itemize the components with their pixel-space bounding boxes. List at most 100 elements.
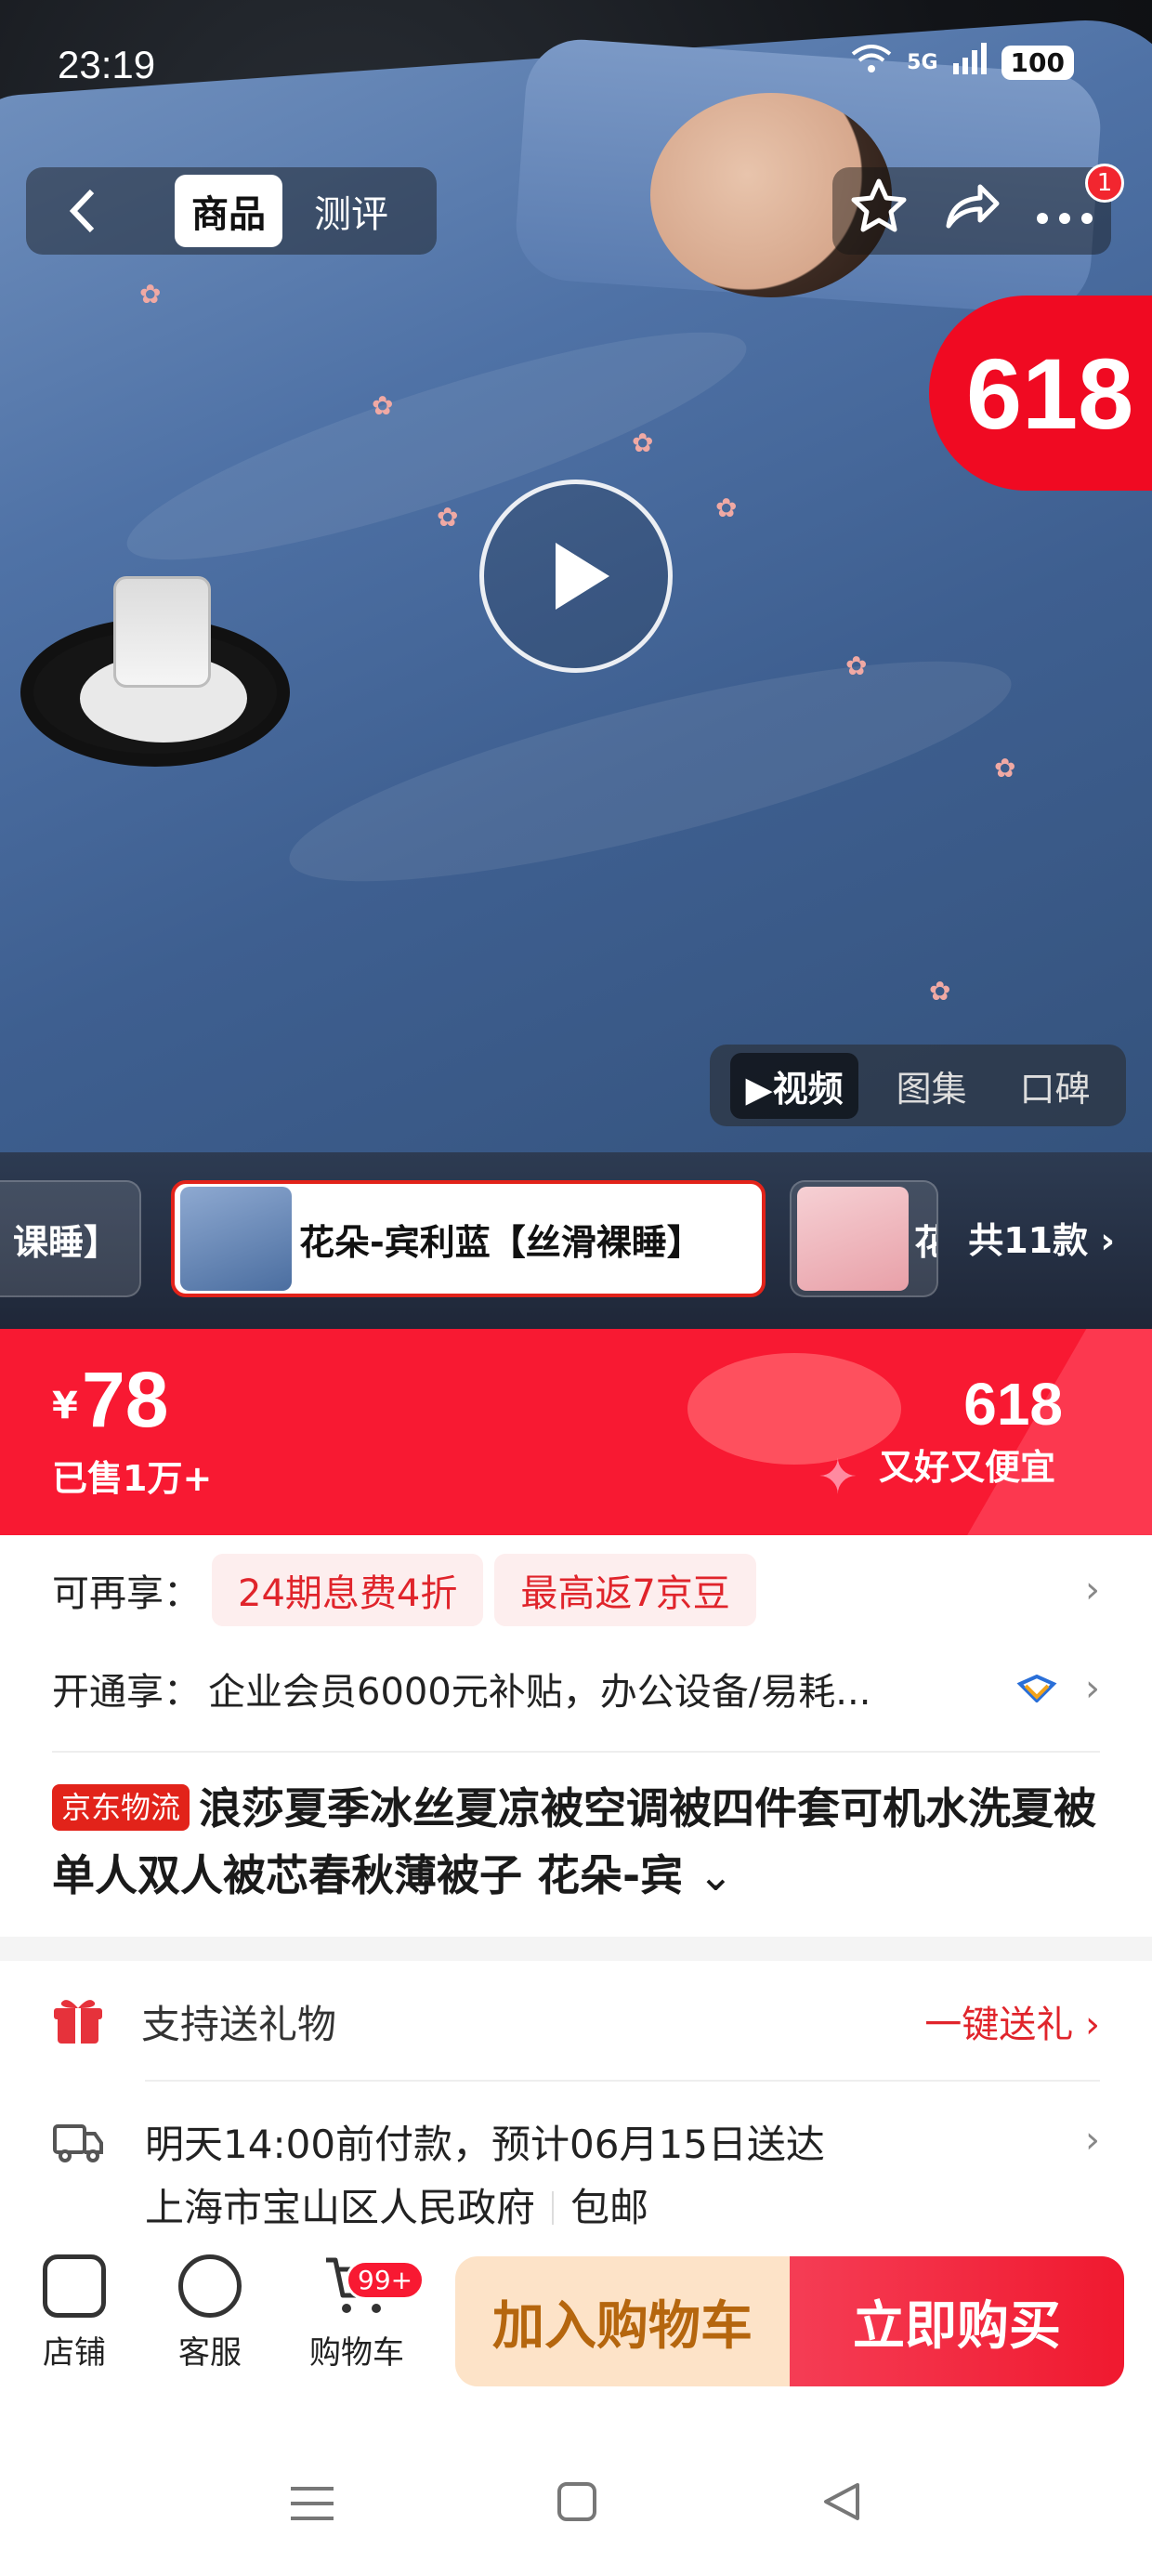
cart-count-badge: 99+ <box>346 2260 425 2300</box>
installment-pill[interactable]: 24期息费4折 <box>212 1554 484 1626</box>
truck-icon <box>53 2124 103 2162</box>
divider <box>52 1751 1100 1753</box>
extra-benefits-row[interactable]: 可再享： 24期息费4折 最高返7京豆 › <box>52 1548 1100 1632</box>
tab-review[interactable]: 测评 <box>297 175 405 247</box>
variant-count-link[interactable]: 共11款 › <box>968 1212 1115 1263</box>
chat-icon <box>178 2254 242 2318</box>
flower-pattern: ✿ <box>929 976 951 1006</box>
product-title-text: 浪莎夏季冰丝夏凉被空调被四件套可机水洗夏被单人双人被芯春秋薄被子 花朵-宾 <box>52 1783 1097 1900</box>
media-tab-gallery[interactable]: 图集 <box>882 1053 982 1119</box>
battery-indicator: 100 <box>1001 45 1074 80</box>
delivery-estimate: 明天14:00前付款，预计06月15日送达 <box>145 2122 825 2167</box>
star-icon <box>851 178 907 232</box>
bottom-action-bar: 店铺 客服 购物车 99+ 加入购物车 立即购买 <box>0 2234 1152 2392</box>
product-title[interactable]: 京东物流 浪莎夏季冰丝夏凉被空调被四件套可机水洗夏被单人双人被芯春秋薄被子 花朵-… <box>52 1775 1102 1909</box>
flower-pattern: ✿ <box>715 493 738 523</box>
variant-label: 花朵-宾利蓝【丝滑裸睡】 <box>299 1221 702 1263</box>
variant-label: 课睡】 <box>12 1221 119 1263</box>
delivery-address: 上海市宝山区人民政府 包邮 <box>145 2176 648 2233</box>
product-image-gallery[interactable]: ✿ ✿ ✿ ✿ ✿ ✿ ✿ ✿ 23:19 5G 100 商品 测评 1 618… <box>0 0 1152 1152</box>
play-video-button[interactable] <box>479 480 673 673</box>
cart-label: 购物车 <box>309 2334 404 2372</box>
status-time: 23:19 <box>58 43 156 86</box>
back-button[interactable] <box>26 167 137 255</box>
send-gift-link[interactable]: 一键送礼 › <box>924 1994 1100 2048</box>
customer-service-button[interactable]: 客服 <box>154 2254 266 2372</box>
member-benefits-text: 企业会员6000元补贴，办公设备/易耗... <box>208 1671 871 1714</box>
variant-item[interactable]: 课睡】 <box>0 1180 141 1297</box>
media-tabs: ▶视频 图集 口碑 <box>710 1045 1126 1126</box>
buy-now-button[interactable]: 立即购买 <box>790 2256 1124 2386</box>
header-actions <box>832 167 1111 255</box>
variant-thumbnail <box>797 1187 909 1291</box>
back-triangle-icon <box>824 2482 859 2520</box>
chevron-right-icon: › <box>1085 1569 1100 1611</box>
tab-product[interactable]: 商品 <box>175 175 282 247</box>
system-navigation <box>0 2453 1152 2556</box>
notification-badge: 1 <box>1085 164 1124 203</box>
variant-item-selected[interactable]: 花朵-宾利蓝【丝滑裸睡】 <box>171 1180 766 1297</box>
status-icons: 5G 100 <box>851 43 1074 82</box>
more-button[interactable] <box>1036 188 1093 235</box>
flower-pattern: ✿ <box>632 427 654 458</box>
favorite-button[interactable] <box>850 177 908 244</box>
media-tab-reviews[interactable]: 口碑 <box>1005 1053 1106 1119</box>
sold-count: 已售1万+ <box>52 1458 213 1499</box>
member-benefits-label: 开通享： <box>52 1671 201 1714</box>
chevron-down-icon[interactable]: ⌄ <box>698 1850 734 1900</box>
jd-logistics-tag: 京东物流 <box>52 1784 190 1831</box>
page-tabs: 商品 测评 <box>137 167 437 255</box>
add-to-cart-button[interactable]: 加入购物车 <box>455 2256 790 2386</box>
section-gap <box>0 1937 1152 1961</box>
product-photo-bottle <box>113 576 211 688</box>
flower-pattern: ✿ <box>845 651 868 681</box>
menu-nav-button[interactable] <box>291 2475 334 2535</box>
share-button[interactable] <box>943 179 1001 243</box>
menu-icon <box>291 2486 334 2520</box>
media-tab-video[interactable]: ▶视频 <box>730 1052 858 1119</box>
variant-selector: 课睡】 花朵-宾利蓝【丝滑裸睡】 花 共11款 › <box>0 1152 1152 1329</box>
flower-pattern: ✿ <box>994 753 1016 783</box>
promo-slogan: 又好又便宜 <box>878 1447 1055 1488</box>
variant-thumbnail <box>180 1187 292 1291</box>
gift-label: 支持送礼物 <box>141 2001 337 2047</box>
promo-event-label: 618 <box>963 1371 1063 1438</box>
diamond-icon <box>1016 1675 1057 1702</box>
separator <box>552 2191 555 2225</box>
shipping-text: 包邮 <box>570 2185 649 2230</box>
variant-label: 花 <box>914 1214 936 1265</box>
promo-618-badge: 618 <box>929 296 1152 491</box>
store-button[interactable]: 店铺 <box>19 2254 130 2372</box>
store-label: 店铺 <box>43 2334 106 2372</box>
member-benefits-row[interactable]: 开通享： 企业会员6000元补贴，办公设备/易耗... › <box>52 1647 1100 1730</box>
variant-item[interactable]: 花 <box>790 1180 938 1297</box>
gift-row[interactable]: 支持送礼物 一键送礼 › <box>52 1979 1100 2063</box>
home-nav-button[interactable] <box>556 2475 597 2535</box>
play-icon <box>556 543 609 610</box>
flower-pattern: ✿ <box>372 390 394 421</box>
service-label: 客服 <box>178 2334 242 2372</box>
mascot-decoration <box>687 1353 901 1465</box>
more-icon <box>1037 212 1093 224</box>
sparkle-icon: ✦ <box>818 1450 858 1505</box>
home-icon <box>557 2481 596 2521</box>
jingdou-pill[interactable]: 最高返7京豆 <box>494 1554 756 1626</box>
share-icon <box>946 184 1000 229</box>
status-bar: 23:19 5G 100 <box>0 0 1152 130</box>
store-icon <box>43 2254 106 2318</box>
currency-symbol: ¥ <box>52 1385 78 1427</box>
divider <box>145 2080 1100 2082</box>
price-banner: ¥ 78 已售1万+ 618 又好又便宜 ✦ <box>0 1329 1152 1535</box>
address-text: 上海市宝山区人民政府 <box>145 2185 536 2230</box>
chevron-right-icon: › <box>1085 2119 1100 2162</box>
signal-icon <box>952 43 987 82</box>
extra-benefits-label: 可再享： <box>52 1572 201 1615</box>
network-label: 5G <box>907 50 938 74</box>
flower-pattern: ✿ <box>139 279 162 309</box>
price-value: 78 <box>82 1356 169 1443</box>
chevron-right-icon: › <box>1085 1667 1100 1710</box>
wifi-icon <box>851 43 892 82</box>
chevron-left-icon <box>69 189 95 233</box>
flower-pattern: ✿ <box>437 502 459 532</box>
back-nav-button[interactable] <box>820 2475 861 2535</box>
